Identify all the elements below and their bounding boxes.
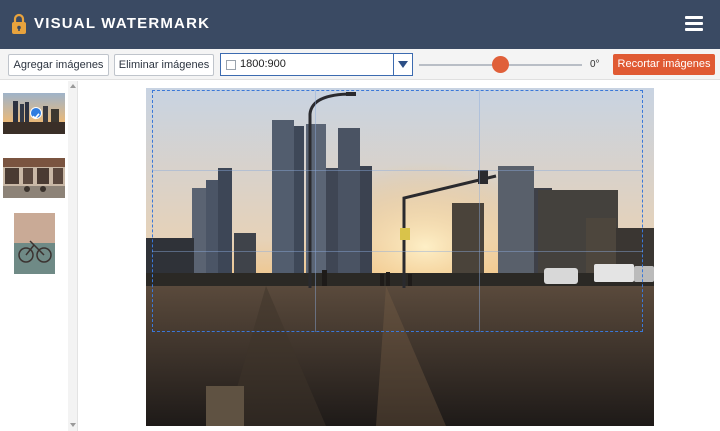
aspect-ratio-select[interactable]: 1800:900 [220,53,413,76]
aspect-ratio-dropdown-button[interactable] [393,54,412,75]
app-header: VISUAL WATERMARK [0,0,720,49]
sidebar-scrollbar[interactable] [68,81,77,431]
crop-guide-line [152,251,643,252]
thumbnail-bicycle-wall[interactable] [14,213,55,274]
crop-guide-line [479,90,480,332]
add-images-button[interactable]: Agregar imágenes [8,54,109,76]
bicycle-wall-thumbnail-image [14,213,55,274]
scroll-up-icon[interactable] [70,84,76,88]
thumbnail-street-cafe[interactable] [3,158,65,198]
hamburger-menu-icon[interactable] [685,16,703,32]
toolbar: Agregar imágenes Eliminar imágenes 1800:… [0,49,720,80]
app-title: VISUAL WATERMARK [34,15,211,32]
crop-guide-line [152,170,643,171]
thumbnail-city-sunset[interactable] [3,93,65,134]
crop-selection-box[interactable] [152,90,643,332]
crop-images-button[interactable]: Recortar imágenes [613,54,715,75]
aspect-ratio-value: 1800:900 [240,58,286,70]
padlock-icon [12,13,26,34]
rotation-slider-thumb[interactable] [492,56,509,73]
scroll-down-icon[interactable] [70,423,76,427]
chevron-down-icon [398,61,408,68]
street-cafe-thumbnail-image [3,158,65,198]
aspect-ratio-checkbox[interactable] [226,60,236,70]
rotation-angle-label: 0° [590,59,600,70]
selected-check-icon [30,107,42,120]
delete-images-button[interactable]: Eliminar imágenes [114,54,214,76]
crop-guide-line [315,90,316,332]
